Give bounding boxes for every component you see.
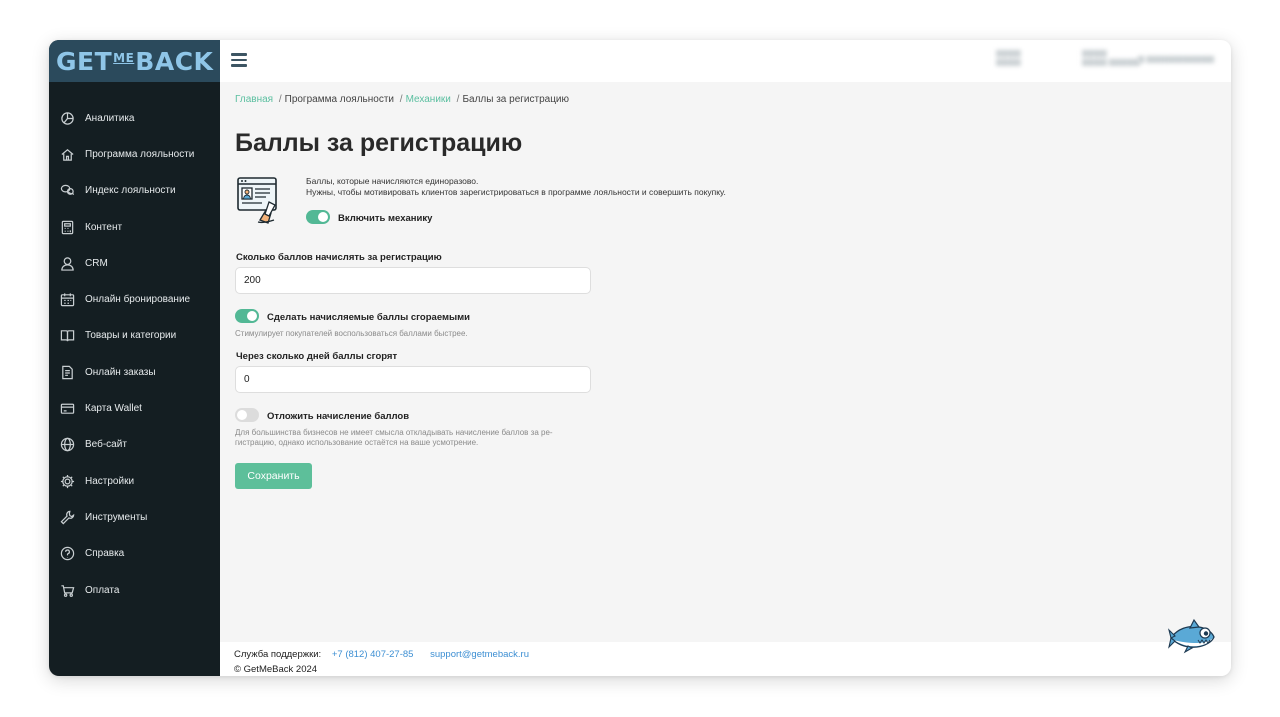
mechanic-description: Баллы, которые начисляются единоразово. … (306, 176, 726, 198)
sidebar-item-label: Карта Wallet (85, 403, 142, 415)
sidebar-nav: Аналитика Программа лояльности Индекс ло… (49, 100, 220, 608)
sidebar-item-label: Товары и категории (85, 330, 177, 342)
enable-mechanic-label: Включить механику (338, 213, 433, 224)
points-input[interactable] (235, 267, 591, 294)
page-title: Баллы за регистрацию (235, 129, 523, 157)
support-phone-link[interactable]: +7 (812) 407-27-85 (332, 649, 414, 660)
main-content: Главная / Программа лояльности / Механики … (220, 82, 1231, 642)
description-line: Баллы, которые начисляются единоразово. (306, 176, 479, 186)
support-label: Служба поддержки: (234, 649, 322, 660)
breadcrumb-mechanics-link[interactable]: Механики (406, 94, 451, 105)
sidebar-item-products[interactable]: Товары и категории (49, 318, 220, 354)
book-icon (59, 328, 75, 344)
sidebar-item-label: CRM (85, 257, 108, 269)
sidebar-item-website[interactable]: Веб-сайт (49, 427, 220, 463)
sidebar-item-label: Справка (85, 548, 125, 560)
sidebar-item-analytics[interactable]: Аналитика (49, 100, 220, 136)
sidebar-item-online-booking[interactable]: Онлайн бронирование (49, 281, 220, 317)
sidebar-item-tools[interactable]: Инструменты (49, 499, 220, 535)
logo-text: GETMEBACK (56, 46, 214, 76)
chat-icon (59, 183, 75, 199)
sidebar-item-label: Настройки (85, 475, 135, 487)
save-button[interactable]: Сохранить (235, 463, 312, 489)
sidebar-item-label: Веб-сайт (85, 439, 127, 451)
breadcrumb: Главная / Программа лояльности / Механики … (235, 94, 570, 105)
top-bar: ▆▆▆▆ ▆▆▆▆ ▆▆▆▆ ▆▆▆▆ ▆▆▆▆▆ ▆ ▆▆▆▆▆▆▆▆▆▆▆ (220, 40, 1231, 82)
sidebar-item-help[interactable]: Справка (49, 536, 220, 572)
points-field-label: Сколько баллов начислять за регистрацию (236, 252, 442, 263)
user-icon (59, 255, 75, 271)
globe-icon (59, 437, 75, 453)
description-line: Нужны, чтобы мотивировать клиентов зарег… (306, 187, 726, 197)
copyright: © GetMeBack 2024 (234, 664, 318, 675)
header-blurred-stat: ▆▆▆▆ ▆▆▆▆ (996, 48, 1021, 66)
sidebar-item-label: Индекс лояльности (85, 185, 176, 197)
card-icon (59, 401, 75, 417)
enable-mechanic-toggle[interactable] (306, 210, 330, 224)
delay-points-label: Отложить начисление баллов (267, 411, 410, 422)
home-icon (59, 146, 75, 162)
footer-support: Служба поддержки: +7 (812) 407-27-85 sup… (234, 649, 529, 660)
gear-icon (59, 473, 75, 489)
registration-illustration-icon (237, 177, 277, 224)
footer: Служба поддержки: +7 (812) 407-27-85 sup… (220, 642, 1231, 676)
wrench-icon (59, 509, 75, 525)
sidebar-item-crm[interactable]: CRM (49, 245, 220, 281)
days-field-label: Через сколько дней баллы сгорят (236, 351, 398, 362)
expiring-points-toggle[interactable] (235, 309, 259, 323)
help-icon (59, 546, 75, 562)
calendar-icon (59, 292, 75, 308)
calculator-icon (59, 219, 75, 235)
sidebar: GETMEBACK Аналитика Программа лояльности… (49, 40, 220, 676)
delay-points-hint: Для большинства бизнесов не имеет смысла… (235, 428, 553, 447)
sidebar-item-content[interactable]: Контент (49, 209, 220, 245)
sidebar-item-label: Контент (85, 221, 123, 233)
sidebar-item-loyalty-index[interactable]: Индекс лояльности (49, 173, 220, 209)
sidebar-item-loyalty-program[interactable]: Программа лояльности (49, 136, 220, 172)
breadcrumb-home-link[interactable]: Главная (235, 94, 273, 105)
breadcrumb-current: Баллы за регистрацию (462, 94, 570, 105)
breadcrumb-program-link[interactable]: Программа лояльности (285, 94, 394, 105)
shark-mascot-icon[interactable] (1168, 618, 1216, 656)
header-blurred-user[interactable]: ▆ ▆▆▆▆▆▆▆▆▆▆▆ (1138, 54, 1214, 63)
app-window: GETMEBACK Аналитика Программа лояльности… (49, 40, 1231, 676)
sidebar-item-label: Инструменты (85, 511, 148, 523)
sidebar-item-label: Онлайн заказы (85, 366, 156, 378)
days-input[interactable] (235, 366, 591, 393)
expiring-points-hint: Стимулирует покупателей воспользоваться … (235, 329, 468, 338)
hint-line: Для большинства бизнесов не имеет смысла… (235, 428, 553, 437)
sidebar-item-label: Аналитика (85, 112, 135, 124)
sidebar-item-label: Программа лояльности (85, 148, 195, 160)
delay-points-toggle[interactable] (235, 408, 259, 422)
logo[interactable]: GETMEBACK (49, 40, 220, 82)
analytics-icon (59, 110, 75, 126)
header-blurred-stat: ▆▆▆▆ ▆▆▆▆ ▆▆▆▆▆ (1082, 48, 1140, 66)
sidebar-item-settings[interactable]: Настройки (49, 463, 220, 499)
sidebar-item-wallet-card[interactable]: Карта Wallet (49, 390, 220, 426)
order-icon (59, 364, 75, 380)
sidebar-item-online-orders[interactable]: Онлайн заказы (49, 354, 220, 390)
menu-icon[interactable] (231, 53, 247, 67)
sidebar-item-label: Онлайн бронирование (85, 294, 191, 306)
payment-icon (59, 582, 75, 598)
expiring-points-label: Сделать начисляемые баллы сгораемыми (267, 312, 470, 323)
hint-line: гистрацию, однако использование остаётся… (235, 437, 479, 447)
support-email-link[interactable]: support@getmeback.ru (430, 649, 529, 660)
sidebar-item-payment[interactable]: Оплата (49, 572, 220, 608)
sidebar-item-label: Оплата (85, 584, 120, 596)
